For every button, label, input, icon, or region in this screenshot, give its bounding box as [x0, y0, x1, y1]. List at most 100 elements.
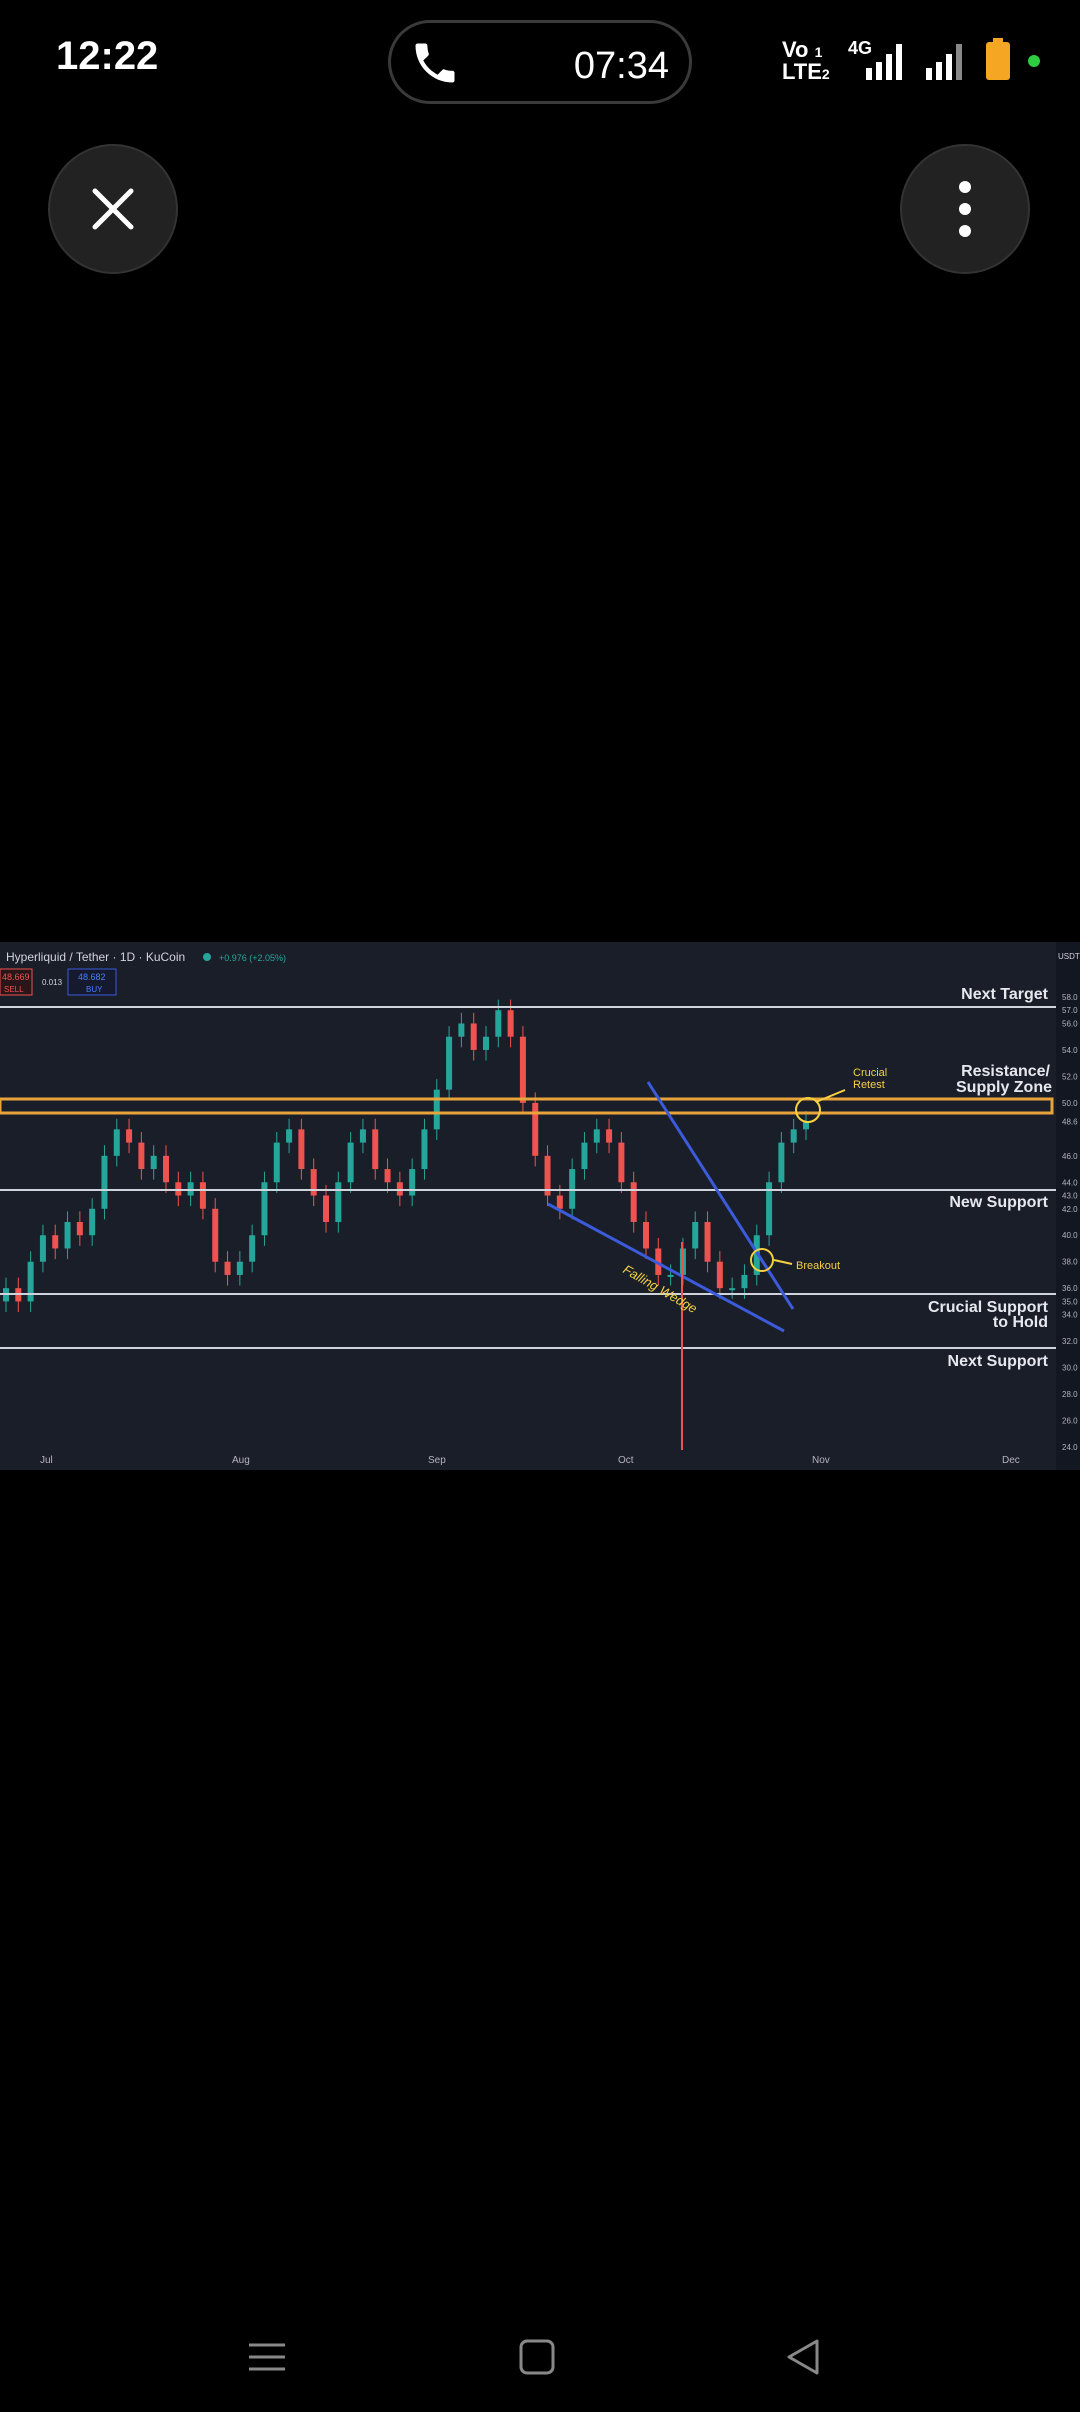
candle-body — [39, 1235, 46, 1262]
candle-body — [409, 1169, 416, 1196]
candle-body — [483, 1036, 489, 1050]
svg-text:BUY: BUY — [86, 985, 103, 994]
y-tick-label: 36.0 — [1062, 1284, 1078, 1293]
candle-body — [556, 1195, 563, 1209]
home-button[interactable] — [502, 2322, 572, 2392]
back-button[interactable] — [768, 2322, 838, 2392]
y-tick-label: 28.0 — [1062, 1390, 1078, 1399]
candle-body — [741, 1274, 748, 1289]
chart-header: Hyperliquid / Tether · 1D · KuCoin — [6, 950, 185, 964]
crucial-support-label-2: to Hold — [993, 1314, 1048, 1331]
status-bar: 12:22 07:34 Vo 1 LTE2 4G — [0, 0, 1080, 120]
y-tick-label: 30.0 — [1062, 1364, 1078, 1373]
y-tick-label: 35.0 — [1062, 1297, 1078, 1306]
close-button[interactable] — [48, 144, 178, 274]
y-tick-label: 44.0 — [1062, 1178, 1078, 1187]
candle-body — [273, 1142, 280, 1183]
candle-body — [507, 1010, 514, 1037]
y-tick-label: 57.0 — [1062, 1006, 1078, 1015]
phone-icon — [415, 43, 455, 83]
candle-body — [323, 1195, 329, 1222]
recents-button[interactable] — [232, 2322, 302, 2392]
candle-body — [52, 1235, 59, 1249]
candle-body — [606, 1129, 613, 1143]
y-tick-label: 56.0 — [1062, 1019, 1078, 1028]
candle-body — [113, 1129, 120, 1156]
candle-body — [359, 1129, 366, 1143]
candle-body — [581, 1142, 588, 1170]
candle-body — [643, 1222, 649, 1249]
crucial-retest-label-1: Crucial — [853, 1067, 887, 1079]
candle-body — [396, 1182, 403, 1196]
candle-body — [569, 1169, 576, 1209]
clock: 12:22 — [56, 34, 159, 78]
signal-sim2-icon — [926, 44, 962, 80]
candle-body — [729, 1288, 736, 1291]
candle-body — [76, 1222, 83, 1236]
y-tick-label: 46.0 — [1062, 1152, 1078, 1161]
y-tick-label: 58.0 — [1062, 993, 1078, 1002]
candle-body — [384, 1169, 391, 1183]
x-tick-label: Nov — [812, 1455, 830, 1466]
candle-body — [716, 1261, 723, 1289]
candle-body — [630, 1182, 637, 1222]
x-tick-label: Sep — [428, 1455, 446, 1466]
next-target-label: Next Target — [961, 986, 1049, 1003]
candle-body — [458, 1023, 465, 1037]
candle-body — [150, 1155, 157, 1170]
y-tick-label: 34.0 — [1062, 1311, 1078, 1320]
x-tick-label: Dec — [1002, 1455, 1020, 1466]
y-tick-label: 32.0 — [1062, 1337, 1078, 1346]
candle-body — [790, 1129, 797, 1143]
x-tick-label: Jul — [40, 1455, 53, 1466]
y-tick-label: 50.0 — [1062, 1099, 1078, 1108]
candle-body — [249, 1235, 256, 1262]
candle-body — [224, 1261, 231, 1275]
candle-body — [470, 1023, 477, 1050]
y-tick-label: 48.6 — [1062, 1117, 1078, 1126]
candle-body — [778, 1142, 785, 1183]
candle-body — [126, 1129, 133, 1143]
candle-body — [101, 1155, 108, 1209]
y-tick-label: 24.0 — [1062, 1443, 1078, 1452]
breakout-label: Breakout — [796, 1260, 840, 1272]
svg-text:48.682: 48.682 — [78, 972, 106, 982]
candle-body — [298, 1129, 305, 1170]
chart-image[interactable]: Hyperliquid / Tether · 1D · KuCoin +0.97… — [0, 942, 1080, 1470]
candle-body — [446, 1036, 453, 1090]
candle-body — [667, 1274, 674, 1277]
candle-body — [199, 1182, 206, 1209]
more-vertical-icon — [959, 181, 971, 237]
recents-icon — [249, 2343, 285, 2371]
y-tick-label: 38.0 — [1062, 1258, 1078, 1267]
candle-body — [519, 1036, 526, 1103]
y-tick-label: 40.0 — [1062, 1231, 1078, 1240]
candle-body — [138, 1142, 145, 1170]
resistance-label-2: Supply Zone — [956, 1079, 1052, 1096]
call-timer: 07:34 — [573, 45, 669, 87]
candle-body — [236, 1261, 243, 1275]
ongoing-call-pill[interactable]: 07:34 — [388, 20, 692, 104]
more-options-button[interactable] — [900, 144, 1030, 274]
new-support-label: New Support — [949, 1194, 1048, 1211]
candle-body — [618, 1142, 625, 1183]
svg-text:4G: 4G — [848, 38, 872, 58]
candle-body — [347, 1142, 354, 1183]
candle-body — [421, 1129, 428, 1170]
y-tick-label: 43.0 — [1062, 1192, 1078, 1201]
candle-body — [310, 1169, 317, 1196]
y-tick-label: 54.0 — [1062, 1046, 1078, 1055]
y-tick-label: 26.0 — [1062, 1417, 1078, 1426]
x-tick-label: Aug — [232, 1455, 250, 1466]
candle-body — [89, 1208, 96, 1236]
y-tick-label: 52.0 — [1062, 1072, 1078, 1081]
svg-text:48.669: 48.669 — [2, 972, 30, 982]
candle-body — [64, 1222, 71, 1249]
candle-body — [372, 1129, 379, 1170]
candle-body — [163, 1155, 169, 1183]
close-icon — [92, 188, 134, 230]
back-icon — [787, 2339, 819, 2375]
home-icon — [519, 2339, 555, 2375]
signal-4g-icon: 4G — [848, 38, 902, 80]
candle-body — [212, 1208, 219, 1262]
